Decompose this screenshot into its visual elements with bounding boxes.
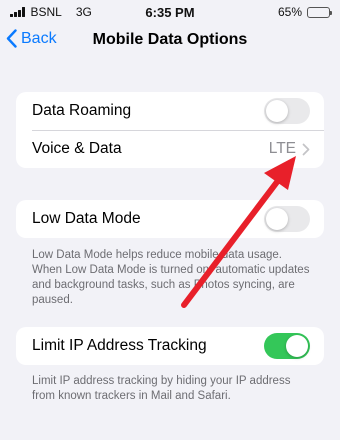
low-data-mode-row: Low Data Mode: [16, 200, 324, 238]
toggle-knob: [266, 100, 288, 122]
voice-data-value-text: LTE: [268, 140, 296, 157]
data-roaming-toggle[interactable]: [264, 98, 310, 124]
status-bar: BSNL 3G 6:35 PM 65%: [0, 0, 340, 26]
data-roaming-row: Data Roaming: [16, 92, 324, 130]
limit-ip-label: Limit IP Address Tracking: [32, 337, 207, 354]
low-data-mode-footnote: Low Data Mode helps reduce mobile data u…: [32, 249, 310, 306]
low-data-mode-toggle[interactable]: [264, 206, 310, 232]
limit-ip-group: Limit IP Address Tracking: [16, 327, 324, 365]
voice-data-value: LTE: [269, 140, 310, 158]
low-data-mode-label: Low Data Mode: [32, 210, 141, 227]
voice-data-label: Voice & Data: [32, 140, 122, 157]
toggle-knob: [266, 208, 288, 230]
navigation-bar: Back Mobile Data Options: [0, 26, 340, 56]
data-roaming-label: Data Roaming: [32, 102, 132, 119]
limit-ip-footnote: Limit IP address tracking by hiding your…: [32, 375, 291, 402]
page-title: Mobile Data Options: [92, 31, 248, 48]
limit-ip-row: Limit IP Address Tracking: [16, 327, 324, 365]
battery-icon: [307, 6, 332, 18]
low-data-mode-group: Low Data Mode: [16, 200, 324, 238]
toggle-knob: [286, 335, 308, 357]
voice-data-row[interactable]: Voice & Data LTE: [16, 130, 324, 168]
chevron-right-icon: [302, 143, 310, 155]
roaming-voice-group: Data Roaming Voice & Data LTE: [16, 92, 324, 168]
status-right: 65%: [277, 5, 332, 19]
limit-ip-toggle[interactable]: [264, 333, 310, 359]
battery-percentage: 65%: [277, 5, 302, 19]
